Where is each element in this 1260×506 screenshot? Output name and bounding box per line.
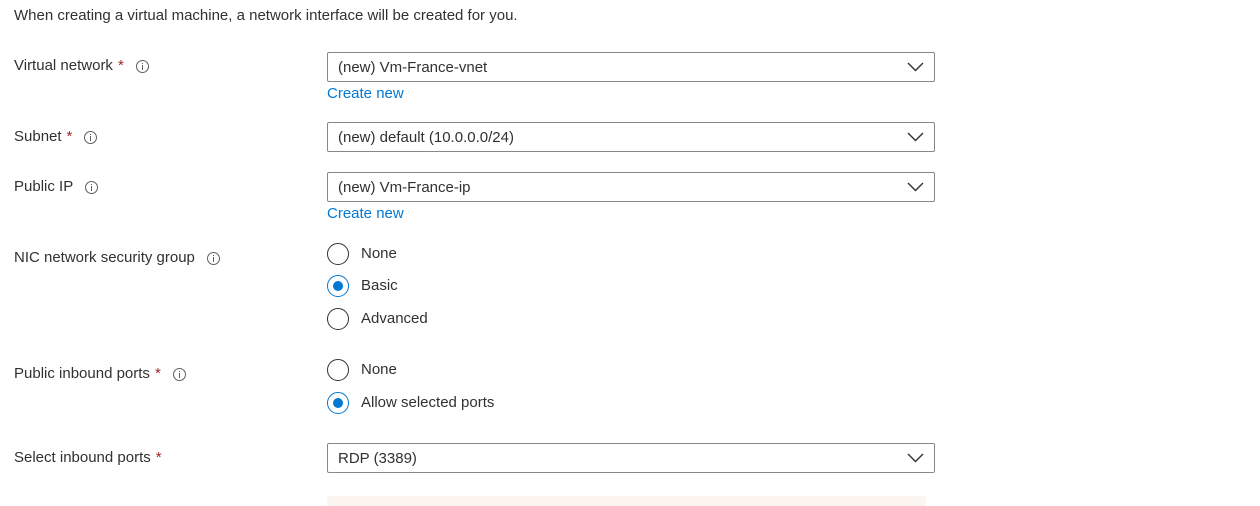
subnet-dropdown[interactable]: (new) default (10.0.0.0/24) (327, 122, 935, 152)
public-ip-create-new-link[interactable]: Create new (327, 204, 404, 224)
radio-button[interactable] (327, 359, 349, 381)
required-mark: * (154, 365, 161, 382)
chevron-down-icon (907, 453, 924, 463)
subnet-label-text: Subnet (14, 128, 62, 145)
info-icon[interactable] (84, 130, 98, 144)
required-mark: * (117, 57, 124, 74)
required-mark: * (155, 449, 162, 466)
nic-nsg-option-none[interactable]: None (327, 242, 397, 266)
virtual-network-label-text: Virtual network (14, 57, 113, 74)
radio-button[interactable] (327, 243, 349, 265)
virtual-network-label: Virtual network * (14, 56, 149, 76)
info-icon[interactable] (172, 367, 186, 381)
info-icon[interactable] (135, 59, 149, 73)
chevron-down-icon (907, 182, 924, 192)
radio-button-selected[interactable] (327, 392, 349, 414)
required-mark: * (66, 128, 73, 145)
public-ip-dropdown[interactable]: (new) Vm-France-ip (327, 172, 935, 202)
nic-nsg-option-advanced[interactable]: Advanced (327, 307, 428, 331)
virtual-network-dropdown[interactable]: (new) Vm-France-vnet (327, 52, 935, 82)
radio-label: Advanced (361, 310, 428, 327)
radio-label: None (361, 245, 397, 262)
public-inbound-ports-label-text: Public inbound ports (14, 365, 150, 382)
chevron-down-icon (907, 62, 924, 72)
chevron-down-icon (907, 132, 924, 142)
public-inbound-ports-label: Public inbound ports * (14, 364, 186, 384)
radio-button[interactable] (327, 308, 349, 330)
public-ip-label: Public IP (14, 177, 99, 197)
radio-label: Allow selected ports (361, 394, 495, 411)
nic-nsg-option-basic[interactable]: Basic (327, 274, 398, 298)
virtual-network-value: (new) Vm-France-vnet (338, 59, 488, 76)
nic-nsg-label-text: NIC network security group (14, 249, 195, 266)
select-inbound-ports-dropdown[interactable]: RDP (3389) (327, 443, 935, 473)
subnet-label: Subnet * (14, 127, 98, 147)
select-inbound-ports-label-text: Select inbound ports (14, 449, 151, 466)
public-ip-value: (new) Vm-France-ip (338, 179, 471, 196)
subnet-value: (new) default (10.0.0.0/24) (338, 129, 514, 146)
nic-nsg-label: NIC network security group (14, 248, 220, 268)
intro-text: When creating a virtual machine, a netwo… (14, 7, 518, 24)
public-ip-label-text: Public IP (14, 178, 74, 195)
radio-label: Basic (361, 277, 398, 294)
warning-banner (327, 496, 926, 506)
select-inbound-ports-value: RDP (3389) (338, 450, 417, 467)
info-icon[interactable] (206, 251, 220, 265)
inbound-ports-option-none[interactable]: None (327, 358, 397, 382)
select-inbound-ports-label: Select inbound ports * (14, 448, 162, 468)
inbound-ports-option-allow-selected[interactable]: Allow selected ports (327, 391, 494, 415)
virtual-network-create-new-link[interactable]: Create new (327, 84, 404, 104)
radio-label: None (361, 361, 397, 378)
radio-button-selected[interactable] (327, 275, 349, 297)
info-icon[interactable] (85, 180, 99, 194)
